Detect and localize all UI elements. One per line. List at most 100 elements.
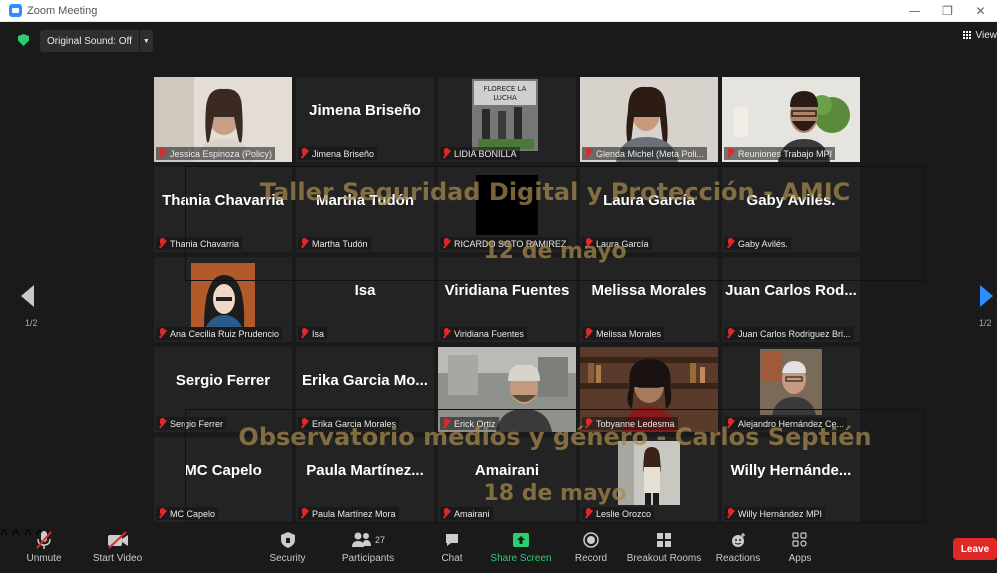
breakout-rooms-icon: [656, 527, 672, 553]
grid-icon: [962, 31, 972, 40]
participant-display-name: Sergio Ferrer: [175, 372, 271, 389]
muted-mic-icon: [300, 328, 309, 339]
muted-mic-icon: [442, 328, 451, 339]
record-icon: [583, 527, 599, 553]
participant-name-tag: Jimena Briseño: [298, 147, 378, 160]
participant-display-name: Erika Garcia Mo...: [302, 372, 428, 389]
muted-mic-icon: [584, 328, 593, 339]
participant-name-tag: Juan Carlos Rodriguez Bri...: [724, 327, 854, 340]
chat-button[interactable]: Chat: [437, 527, 467, 573]
original-sound-button[interactable]: Original Sound: Off ▼: [40, 30, 153, 52]
page-indicator-right: 1/2: [979, 318, 992, 328]
muted-mic-icon: [442, 148, 451, 159]
leave-button[interactable]: Leave: [953, 538, 997, 560]
minimize-button[interactable]: —: [898, 0, 931, 22]
security-label: Security: [269, 553, 306, 564]
restore-button[interactable]: ❐: [931, 0, 964, 22]
participant-name-label: Reuniones Trabajo MPI: [738, 148, 833, 159]
participants-button[interactable]: 27 Participants: [340, 527, 396, 573]
participant-name-label: Viridiana Fuentes: [454, 328, 524, 339]
video-off-icon: [106, 527, 130, 553]
page-indicator-left: 1/2: [25, 318, 38, 328]
participant-name-label: Jessica Espinoza (Policy): [170, 148, 273, 159]
participant-name-tag: Reuniones Trabajo MPI: [724, 147, 836, 160]
muted-mic-icon: [300, 148, 309, 159]
participant-name-label: Ana Cecilia Ruiz Prudencio: [170, 328, 280, 339]
overlay-date-top: 12 de mayo: [483, 239, 627, 264]
window-controls: — ❐ ✕: [898, 0, 997, 22]
unmute-button[interactable]: Unmute: [24, 527, 64, 573]
previous-page-arrow-icon[interactable]: [21, 285, 34, 307]
participant-name-label: Jimena Briseño: [312, 148, 375, 159]
participants-count: 27: [374, 535, 385, 545]
share-screen-label: Share Screen: [490, 553, 552, 564]
close-button[interactable]: ✕: [964, 0, 997, 22]
svg-text:FLORECE LA: FLORECE LA: [484, 85, 527, 93]
zoom-window: Zoom Meeting — ❐ ✕ Original Sound: Off ▼…: [0, 0, 997, 573]
zoom-app-icon: [9, 4, 22, 17]
reactions-button[interactable]: Reactions: [715, 527, 761, 573]
muted-mic-icon: [158, 418, 167, 429]
reactions-label: Reactions: [715, 553, 761, 564]
participant-name-tag: LIDIA BONILLA: [440, 147, 520, 160]
view-button[interactable]: View: [962, 30, 997, 41]
start-video-label: Start Video: [92, 553, 143, 564]
muted-mic-icon: [158, 328, 167, 339]
muted-mic-icon: [726, 148, 735, 159]
participant-name-label: Melissa Morales: [596, 328, 662, 339]
unmute-label: Unmute: [26, 553, 62, 564]
participant-name-tag: Jessica Espinoza (Policy): [156, 147, 276, 160]
participant-tile[interactable]: Reuniones Trabajo MPI: [722, 77, 860, 162]
next-page-arrow-icon[interactable]: [980, 285, 993, 307]
overlay-title-bottom: Observatorio medios y género - Carlos Se…: [238, 423, 872, 451]
share-screen-icon: [512, 527, 530, 553]
chat-label: Chat: [441, 553, 463, 564]
overlay-date-bottom: 18 de mayo: [483, 481, 627, 506]
participant-name-tag: Glenda Michel (Meta Poli...: [582, 147, 708, 160]
participants-label: Participants: [341, 553, 395, 564]
apps-button[interactable]: Apps: [785, 527, 815, 573]
muted-mic-icon: [584, 148, 593, 159]
audio-options-caret-icon[interactable]: ^: [0, 527, 8, 544]
apps-label: Apps: [788, 553, 812, 564]
video-options-caret-icon[interactable]: ^: [12, 527, 20, 544]
muted-mic-icon: [158, 508, 167, 519]
reactions-smiley-icon: [730, 527, 746, 553]
participant-tile[interactable]: Jimena Briseño Jimena Briseño: [296, 77, 434, 162]
start-video-button[interactable]: Start Video: [90, 527, 145, 573]
security-button[interactable]: Security: [265, 527, 310, 573]
meeting-toolbar: Unmute ^ Start Video ^ Security 27 Parti…: [0, 527, 997, 573]
participant-name-tag: Melissa Morales: [582, 327, 665, 340]
muted-mic-icon: [34, 527, 54, 553]
overlay-box-top: Taller Seguridad Digital y Protección - …: [185, 166, 925, 281]
security-shield-icon: [280, 527, 296, 553]
meeting-topbar: Original Sound: Off ▼ View: [0, 22, 997, 56]
participant-tile[interactable]: Glenda Michel (Meta Poli...: [580, 77, 718, 162]
breakout-rooms-button[interactable]: Breakout Rooms: [627, 527, 701, 573]
muted-mic-icon: [158, 148, 167, 159]
record-label: Record: [574, 553, 608, 564]
chat-bubble-icon: [444, 527, 460, 553]
participant-name-label: Glenda Michel (Meta Poli...: [596, 148, 705, 159]
participant-name-tag: Viridiana Fuentes: [440, 327, 527, 340]
svg-text:LUCHA: LUCHA: [493, 94, 517, 102]
participant-name-label: LIDIA BONILLA: [454, 148, 517, 159]
window-title: Zoom Meeting: [27, 4, 98, 17]
chevron-down-icon[interactable]: ▼: [138, 30, 153, 52]
title-bar: Zoom Meeting — ❐ ✕: [0, 0, 997, 22]
participant-name-label: Juan Carlos Rodriguez Bri...: [738, 328, 851, 339]
participant-tile[interactable]: FLORECE LA LUCHA LIDIA BONILLA: [438, 77, 576, 162]
muted-mic-icon: [158, 238, 167, 249]
share-screen-button[interactable]: Share Screen: [490, 527, 552, 573]
participants-icon: 27: [351, 527, 385, 553]
view-label: View: [975, 30, 997, 41]
apps-icon: [792, 527, 808, 553]
encryption-shield-icon[interactable]: [18, 34, 29, 46]
overlay-box-bottom: Observatorio medios y género - Carlos Se…: [185, 409, 925, 523]
record-button[interactable]: Record: [572, 527, 610, 573]
participant-name-label: Isa: [312, 328, 325, 339]
overlay-title-top: Taller Seguridad Digital y Protección - …: [259, 178, 851, 206]
participant-tile[interactable]: Jessica Espinoza (Policy): [154, 77, 292, 162]
original-sound-label: Original Sound: Off: [47, 35, 132, 47]
muted-mic-icon: [726, 328, 735, 339]
